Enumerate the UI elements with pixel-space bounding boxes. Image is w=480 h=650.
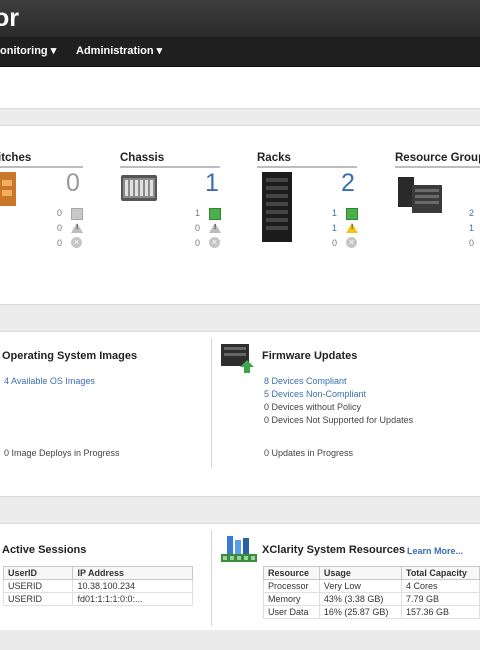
resource-groups-title[interactable]: Resource Group (395, 152, 480, 168)
switches-warn-count[interactable]: 0 (48, 223, 62, 233)
provisioning-header-band (0, 304, 480, 332)
table-cell: USERID (2, 579, 74, 593)
table-header-ip[interactable]: IP Address (72, 566, 193, 580)
table-row: Memory 43% (3.38 GB) 7.79 GB (263, 592, 480, 606)
system-resources-icon (221, 536, 257, 566)
table-cell: USERID (2, 592, 74, 606)
firmware-icon (221, 342, 255, 374)
chassis-title[interactable]: Chassis (120, 152, 220, 168)
resource-groups-warn-count[interactable]: 1 (460, 223, 474, 233)
table-row: USERID fd01:1:1:1:0:0:... (2, 592, 193, 606)
firmware-not-supported[interactable]: 0 Devices Not Supported for Updates (264, 415, 413, 425)
nav-bar (0, 37, 480, 67)
racks-err-count[interactable]: 0 (323, 238, 337, 248)
usage-very-low: Very Low (318, 579, 402, 593)
racks-ok-count[interactable]: 1 (323, 208, 337, 218)
os-images-deploys[interactable]: 0 Image Deploys in Progress (4, 448, 120, 458)
table-cell: 4 Cores (400, 579, 480, 593)
table-cell: fd01:1:1:1:0:0:... (72, 592, 193, 606)
normal-status-icon (346, 208, 358, 220)
os-images-title: Operating System Images (2, 350, 138, 362)
normal-status-icon (71, 208, 83, 220)
activity-header-band (0, 496, 480, 524)
provisioning-divider (211, 338, 212, 468)
racks-title[interactable]: Racks (257, 152, 357, 168)
critical-icon: × (346, 237, 357, 248)
table-cell: 157.36 GB (400, 605, 480, 619)
racks-total[interactable]: 2 (341, 169, 355, 198)
chassis-ok-count[interactable]: 1 (186, 208, 200, 218)
firmware-noncompliant-link[interactable]: 5 Devices Non-Compliant (264, 389, 366, 399)
resource-groups-ok-count[interactable]: 2 (460, 208, 474, 218)
table-cell: 16% (25.87 GB) (318, 605, 402, 619)
table-row: USERID 10.38.100.234 (2, 579, 193, 593)
os-images-available-link[interactable]: 4 Available OS Images (4, 376, 95, 386)
switch-icon (0, 172, 16, 206)
table-header-usage[interactable]: Usage (318, 566, 402, 580)
chassis-icon (121, 175, 157, 201)
table-cell: User Data (263, 605, 320, 619)
firmware-compliant-link[interactable]: 8 Devices Compliant (264, 376, 347, 386)
table-cell: Processor (263, 579, 320, 593)
summary-header-band (0, 108, 480, 126)
resources-table: Resource Usage Total Capacity Processor … (263, 566, 480, 619)
table-header-userid[interactable]: UserID (2, 566, 74, 580)
chassis-warn-count[interactable]: 0 (186, 223, 200, 233)
racks-warn-count[interactable]: 1 (323, 223, 337, 233)
chassis-err-count[interactable]: 0 (186, 238, 200, 248)
sessions-table: UserID IP Address USERID 10.38.100.234 U… (2, 566, 193, 606)
normal-status-icon (209, 208, 221, 220)
switches-err-count[interactable]: 0 (48, 238, 62, 248)
page-bottom-band (0, 630, 480, 650)
critical-icon: × (71, 237, 82, 248)
firmware-title: Firmware Updates (262, 350, 358, 362)
system-resources-title: XClarity System Resources (262, 544, 406, 556)
resource-group-icon (398, 175, 444, 215)
firmware-no-policy[interactable]: 0 Devices without Policy (264, 402, 361, 412)
table-row: User Data 16% (25.87 GB) 157.36 GB (263, 605, 480, 619)
learn-more-link[interactable]: Learn More... (407, 546, 463, 556)
table-header-resource[interactable]: Resource (263, 566, 320, 580)
switches-total[interactable]: 0 (66, 169, 80, 198)
resource-groups-err-count[interactable]: 0 (460, 238, 474, 248)
switches-ok-count[interactable]: 0 (48, 208, 62, 218)
warning-icon: ! (209, 223, 221, 233)
rack-icon (262, 172, 292, 242)
table-row: Processor Very Low 4 Cores (263, 579, 480, 593)
table-cell: 43% (3.38 GB) (318, 592, 402, 606)
chassis-total[interactable]: 1 (205, 169, 219, 198)
nav-administration[interactable]: Administration ▾ (76, 44, 162, 57)
critical-icon: × (209, 237, 220, 248)
table-cell: 10.38.100.234 (72, 579, 193, 593)
firmware-in-progress[interactable]: 0 Updates in Progress (264, 448, 353, 458)
table-header-capacity[interactable]: Total Capacity (400, 566, 480, 580)
brand-title: or (0, 4, 19, 32)
table-cell: Memory (263, 592, 320, 606)
activity-divider (211, 530, 212, 626)
nav-monitoring[interactable]: onitoring ▾ (0, 44, 56, 57)
active-sessions-title: Active Sessions (2, 544, 87, 556)
brand-bar (0, 0, 480, 37)
switches-title[interactable]: itches (0, 152, 83, 168)
warning-icon: ! (71, 223, 83, 233)
table-cell: 7.79 GB (400, 592, 480, 606)
warning-icon: ! (346, 223, 358, 233)
